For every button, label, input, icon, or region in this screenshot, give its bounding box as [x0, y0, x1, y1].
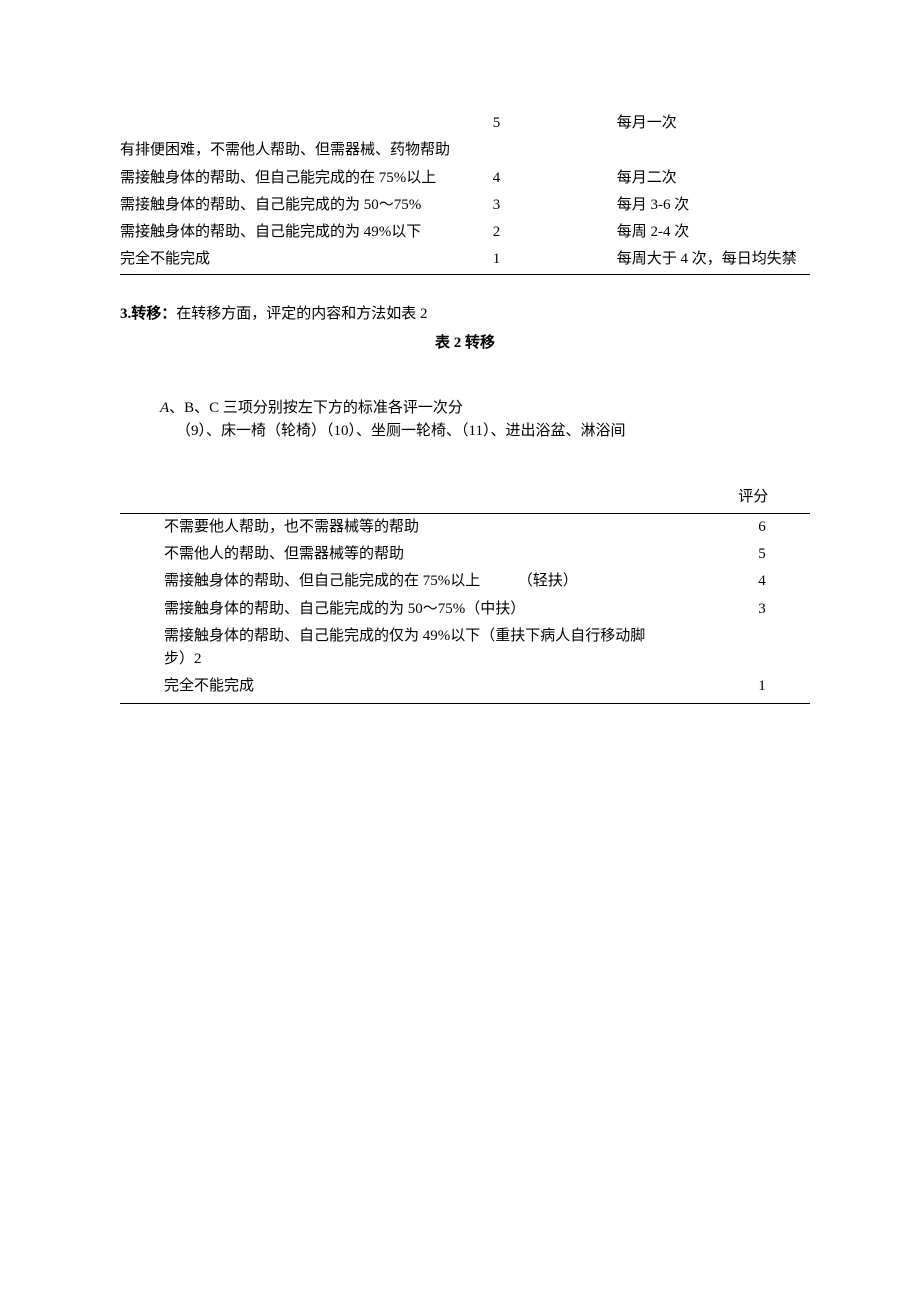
- abc-rest: 、B、C 三项分别按左下方的标准各评一次分: [169, 400, 463, 416]
- cell-score: 3: [658, 596, 810, 623]
- section-number: 3.: [120, 306, 131, 322]
- cell-desc: 需接触身体的帮助、自己能完成的为 50～75%（中扶）: [120, 596, 658, 623]
- cell-desc: 完全不能完成: [120, 246, 479, 274]
- cell-desc: 不需要他人帮助，也不需器械等的帮助: [120, 513, 658, 541]
- cell-desc: 不需他人的帮助、但需器械等的帮助: [120, 541, 658, 568]
- cell-desc: 需接触身体的帮助、自己能完成的为 49%以下: [120, 219, 479, 246]
- table-row: 完全不能完成 1 每周大于 4 次，每日均失禁: [120, 246, 810, 274]
- header-desc-empty: [120, 484, 658, 514]
- cell-freq: 每月一次: [617, 110, 810, 137]
- table-1-excretion: 5 每月一次 有排便困难，不需他人帮助、但需器械、药物帮助 需接触身体的帮助、但…: [120, 110, 810, 275]
- cell-score: 5: [479, 110, 617, 137]
- table-row: 需接触身体的帮助、自己能完成的为 49%以下 2 每周 2-4 次: [120, 219, 810, 246]
- cell-freq: [617, 137, 810, 164]
- cell-desc: 需接触身体的帮助、但自己能完成的在 75%以上 （轻扶）: [120, 568, 658, 595]
- section-title: 转移：: [131, 306, 176, 322]
- cell-score: 4: [658, 568, 810, 595]
- table-row: 完全不能完成 1: [120, 673, 810, 703]
- cell-score: 6: [658, 513, 810, 541]
- cell-desc: 需接触身体的帮助、自己能完成的为 50～75%: [120, 192, 479, 219]
- cell-desc: 需接触身体的帮助、自己能完成的仅为 49%以下（重扶下病人自行移动脚步）2: [120, 623, 658, 674]
- cell-desc: [120, 110, 479, 137]
- cell-freq: 每周 2-4 次: [617, 219, 810, 246]
- cell-score: 1: [479, 246, 617, 274]
- cell-score: 3: [479, 192, 617, 219]
- abc-note-line1: A、B、C 三项分别按左下方的标准各评一次分: [160, 397, 810, 420]
- cell-score: 5: [658, 541, 810, 568]
- italic-a: A: [160, 400, 169, 416]
- table-header-row: 评分: [120, 484, 810, 514]
- table-row: 不需要他人帮助，也不需器械等的帮助 6: [120, 513, 810, 541]
- section-3-heading: 3.转移：在转移方面，评定的内容和方法如表 2: [120, 303, 810, 326]
- header-score: 评分: [658, 484, 810, 514]
- table-row: 需接触身体的帮助、自己能完成的仅为 49%以下（重扶下病人自行移动脚步）2: [120, 623, 810, 674]
- document-page: 5 每月一次 有排便困难，不需他人帮助、但需器械、药物帮助 需接触身体的帮助、但…: [0, 0, 920, 704]
- table-2-caption: 表 2 转移: [120, 332, 810, 355]
- cell-freq: 每月 3-6 次: [617, 192, 810, 219]
- cell-score: [479, 137, 617, 164]
- section-desc: 在转移方面，评定的内容和方法如表 2: [176, 306, 427, 322]
- cell-score: 2: [479, 219, 617, 246]
- table-row: 5 每月一次: [120, 110, 810, 137]
- table-row: 需接触身体的帮助、但自己能完成的在 75%以上 （轻扶） 4: [120, 568, 810, 595]
- abc-note: A、B、C 三项分别按左下方的标准各评一次分 （9）、床一椅（轮椅）（10）、坐…: [120, 397, 810, 444]
- table-row: 需接触身体的帮助、自己能完成的为 50～75%（中扶） 3: [120, 596, 810, 623]
- table-2-transfer: 评分 不需要他人帮助，也不需器械等的帮助 6 不需他人的帮助、但需器械等的帮助 …: [120, 484, 810, 704]
- cell-desc: 需接触身体的帮助、但自己能完成的在 75%以上: [120, 165, 479, 192]
- table-row: 需接触身体的帮助、自己能完成的为 50～75% 3 每月 3-6 次: [120, 192, 810, 219]
- cell-score: 4: [479, 165, 617, 192]
- table-row: 需接触身体的帮助、但自己能完成的在 75%以上 4 每月二次: [120, 165, 810, 192]
- cell-freq: 每周大于 4 次，每日均失禁: [617, 246, 810, 274]
- cell-score: [658, 623, 810, 674]
- section-3-transfer: 3.转移：在转移方面，评定的内容和方法如表 2 表 2 转移 A、B、C 三项分…: [120, 303, 810, 704]
- cell-freq: 每月二次: [617, 165, 810, 192]
- cell-desc: 有排便困难，不需他人帮助、但需器械、药物帮助: [120, 137, 479, 164]
- cell-desc: 完全不能完成: [120, 673, 658, 703]
- abc-note-line2: （9）、床一椅（轮椅）（10）、坐厕一轮椅、（11）、进出浴盆、淋浴间: [160, 420, 810, 443]
- table-row: 有排便困难，不需他人帮助、但需器械、药物帮助: [120, 137, 810, 164]
- cell-score: 1: [658, 673, 810, 703]
- table-row: 不需他人的帮助、但需器械等的帮助 5: [120, 541, 810, 568]
